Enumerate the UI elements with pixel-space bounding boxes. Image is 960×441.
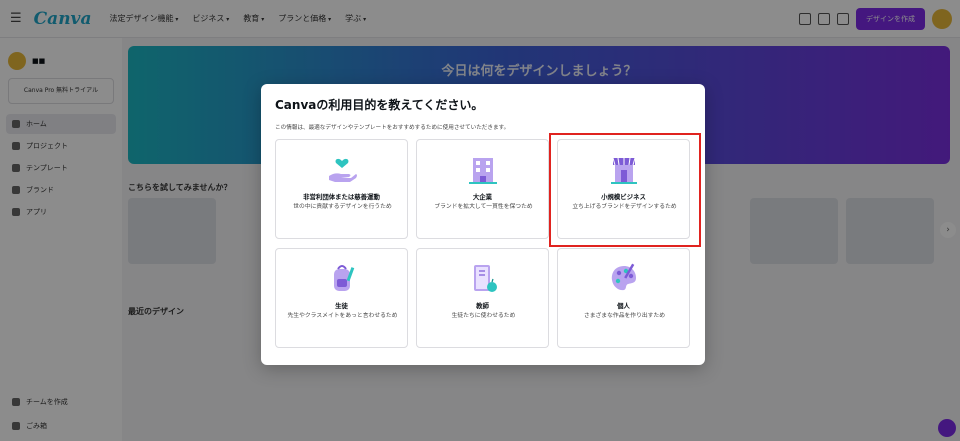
option-title: 大企業	[472, 193, 493, 201]
option-title: 個人	[617, 302, 630, 310]
selection-highlight-box	[549, 133, 701, 247]
option-title: 教師	[476, 302, 489, 310]
modal-title: Canvaの利用目的を教えてください。	[275, 98, 484, 112]
option-card-student[interactable]: 生徒 先生やクラスメイトをあっと言わせるため	[275, 248, 408, 348]
backpack-icon	[333, 265, 354, 291]
heart-hand-icon	[328, 158, 357, 182]
option-description: 先生やクラスメイトをあっと言わせるため	[287, 313, 398, 319]
option-description: さまざまな作品を作り出すため	[583, 313, 666, 319]
option-title: 生徒	[335, 302, 348, 310]
option-description: 世の中に貢献するデザインを行うため	[293, 204, 392, 210]
palette-icon	[611, 263, 636, 291]
option-description: 生徒たちに使わせるため	[451, 313, 516, 319]
office-building-icon	[468, 158, 497, 184]
book-apple-icon	[473, 265, 497, 292]
option-card-enterprise[interactable]: 大企業 ブランドを拡大して一貫性を保つため	[416, 139, 549, 239]
modal-subtitle: この情報は、最適なデザインやテンプレートをおすすめするために使用させていただきま…	[275, 125, 510, 131]
option-card-nonprofit[interactable]: 非営利団体または慈善運動 世の中に貢献するデザインを行うため	[275, 139, 408, 239]
option-title: 非営利団体または慈善運動	[303, 193, 380, 201]
option-description: ブランドを拡大して一貫性を保つため	[434, 204, 533, 210]
option-card-personal[interactable]: 個人 さまざまな作品を作り出すため	[557, 248, 690, 348]
option-card-teacher[interactable]: 教師 生徒たちに使わせるため	[416, 248, 549, 348]
